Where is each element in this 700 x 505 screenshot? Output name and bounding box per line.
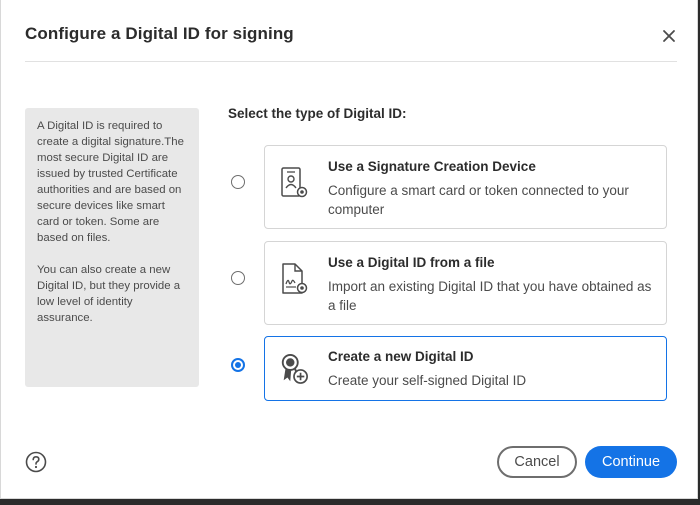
option-description: Configure a smart card or token connecte… [328,183,629,217]
info-panel: A Digital ID is required to create a dig… [25,108,199,387]
continue-button[interactable]: Continue [585,446,677,478]
radio-signature-device[interactable] [231,175,245,189]
signed-file-icon [282,263,308,294]
title-divider [25,61,677,62]
option-signature-creation-device[interactable]: Use a Signature Creation Device Configur… [264,145,667,229]
cancel-button[interactable]: Cancel [497,446,577,478]
smart-card-icon [281,167,308,198]
dialog-title: Configure a Digital ID for signing [25,24,294,43]
info-paragraph-1: A Digital ID is required to create a dig… [37,120,184,244]
help-circle-icon[interactable] [25,451,47,473]
window-bottom-edge [0,499,700,505]
configure-digital-id-dialog: Configure a Digital ID for signing A Dig… [0,0,698,499]
radio-digital-id-file[interactable] [231,271,245,285]
option-description: Create your self-signed Digital ID [328,373,527,388]
option-title: Use a Digital ID from a file [328,255,495,270]
close-icon[interactable] [657,24,681,48]
option-digital-id-from-file[interactable]: Use a Digital ID from a file Import an e… [264,241,667,325]
radio-create-new-id[interactable] [231,358,245,372]
option-title: Create a new Digital ID [328,349,474,364]
select-type-label: Select the type of Digital ID: [228,106,407,121]
option-create-new-digital-id[interactable]: Create a new Digital ID Create your self… [264,336,667,401]
info-paragraph-2: You can also create a new Digital ID, bu… [37,264,181,324]
option-description: Import an existing Digital ID that you h… [328,279,652,313]
new-certificate-icon [281,354,308,384]
option-title: Use a Signature Creation Device [328,159,536,174]
